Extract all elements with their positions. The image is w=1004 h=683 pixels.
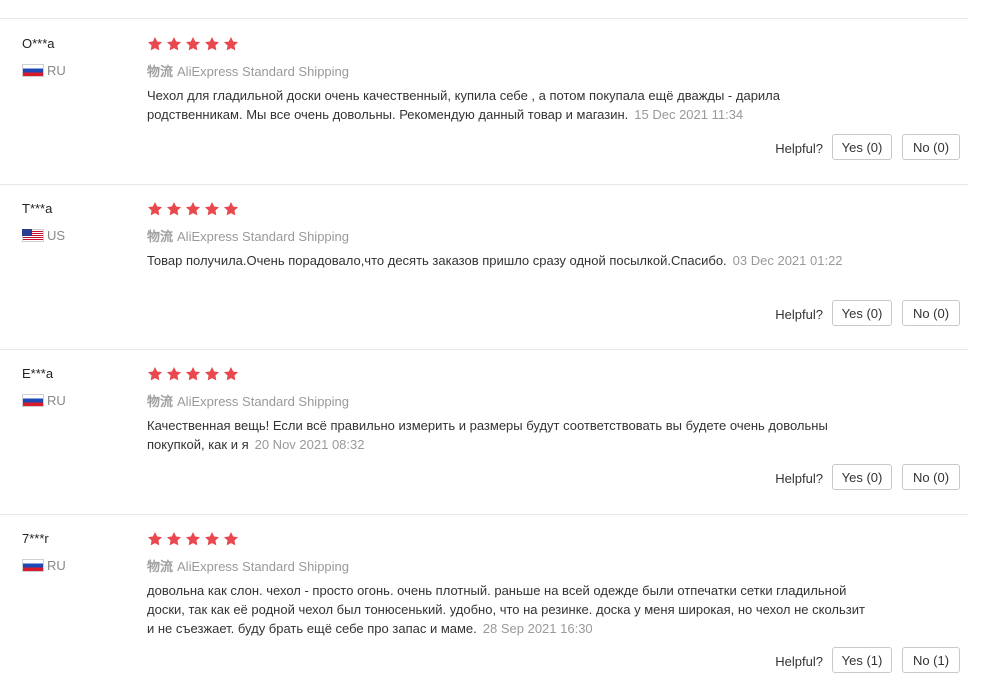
logistics-label: 物流 [147, 559, 174, 574]
country-code: RU [47, 557, 66, 573]
shipping-info: 物流 AliExpress Standard Shipping [147, 556, 349, 575]
shipping-method: AliExpress Standard Shipping [177, 64, 350, 79]
star-icon [166, 366, 182, 381]
reviewer-country: RU [22, 557, 66, 573]
helpful-yes-button[interactable]: Yes (0) [832, 464, 892, 490]
star-icon [147, 36, 163, 51]
reviewer-name: T***a [22, 201, 53, 216]
review-body: Качественная вещь! Если всё правильно из… [147, 418, 828, 452]
country-code: US [47, 227, 66, 243]
star-icon [166, 36, 182, 51]
star-icon [147, 366, 163, 381]
helpful-yes-button[interactable]: Yes (0) [832, 134, 892, 160]
star-icon [185, 201, 201, 216]
star-icon [223, 366, 239, 381]
logistics-label: 物流 [147, 229, 174, 244]
shipping-info: 物流 AliExpress Standard Shipping [147, 61, 349, 80]
helpful-bar: Helpful? Yes (1) No (1) [0, 647, 968, 675]
review-text: Чехол для гладильной доски очень качеств… [147, 86, 867, 124]
russia-flag-icon [22, 558, 44, 572]
divider [0, 349, 968, 350]
star-icon [223, 36, 239, 51]
star-icon [166, 201, 182, 216]
star-rating [147, 366, 239, 382]
star-icon [185, 366, 201, 381]
helpful-bar: Helpful? Yes (0) No (0) [0, 464, 968, 492]
star-icon [204, 201, 220, 216]
divider [0, 184, 968, 185]
reviewer-country: RU [22, 392, 66, 408]
country-code: RU [47, 62, 66, 78]
star-icon [204, 36, 220, 51]
review-date: 28 Sep 2021 16:30 [482, 621, 593, 636]
shipping-method: AliExpress Standard Shipping [177, 229, 350, 244]
helpful-label: Helpful? [775, 654, 823, 669]
usa-flag-icon [22, 228, 44, 242]
star-rating [147, 531, 239, 547]
helpful-yes-button[interactable]: Yes (1) [832, 647, 892, 673]
reviewer-name: 7***r [22, 531, 49, 546]
star-icon [147, 201, 163, 216]
star-icon [204, 366, 220, 381]
helpful-no-button[interactable]: No (0) [902, 300, 960, 326]
review-date: 03 Dec 2021 01:22 [732, 253, 843, 268]
review-text: Товар получила.Очень порадовало,что деся… [147, 251, 867, 270]
review-text: довольна как слон. чехол - просто огонь.… [147, 581, 867, 638]
review-date: 15 Dec 2021 11:34 [634, 107, 744, 122]
star-icon [223, 201, 239, 216]
reviewer-country: US [22, 227, 65, 243]
star-rating [147, 201, 239, 217]
shipping-info: 物流 AliExpress Standard Shipping [147, 226, 349, 245]
star-icon [166, 531, 182, 546]
helpful-yes-button[interactable]: Yes (0) [832, 300, 892, 326]
russia-flag-icon [22, 63, 44, 77]
helpful-label: Helpful? [775, 141, 823, 156]
shipping-method: AliExpress Standard Shipping [177, 394, 350, 409]
logistics-label: 物流 [147, 64, 174, 79]
helpful-bar: Helpful? Yes (0) No (0) [0, 134, 968, 162]
star-icon [204, 531, 220, 546]
review-date: 20 Nov 2021 08:32 [254, 437, 365, 452]
scrollbar-track[interactable] [988, 0, 1004, 683]
star-icon [185, 36, 201, 51]
divider [0, 514, 968, 515]
helpful-label: Helpful? [775, 307, 823, 322]
helpful-no-button[interactable]: No (1) [902, 647, 960, 673]
helpful-no-button[interactable]: No (0) [902, 464, 960, 490]
shipping-info: 物流 AliExpress Standard Shipping [147, 391, 349, 410]
reviewer-country: RU [22, 62, 66, 78]
star-icon [185, 531, 201, 546]
helpful-bar: Helpful? Yes (0) No (0) [0, 300, 968, 328]
helpful-no-button[interactable]: No (0) [902, 134, 960, 160]
review-body: Товар получила.Очень порадовало,что деся… [147, 253, 727, 268]
helpful-label: Helpful? [775, 471, 823, 486]
star-icon [147, 531, 163, 546]
country-code: RU [47, 392, 66, 408]
divider [0, 18, 968, 19]
star-rating [147, 36, 239, 52]
reviewer-name: E***a [22, 366, 54, 381]
shipping-method: AliExpress Standard Shipping [177, 559, 350, 574]
reviewer-name: O***a [22, 36, 55, 51]
star-icon [223, 531, 239, 546]
logistics-label: 物流 [147, 394, 174, 409]
review-text: Качественная вещь! Если всё правильно из… [147, 416, 867, 454]
russia-flag-icon [22, 393, 44, 407]
